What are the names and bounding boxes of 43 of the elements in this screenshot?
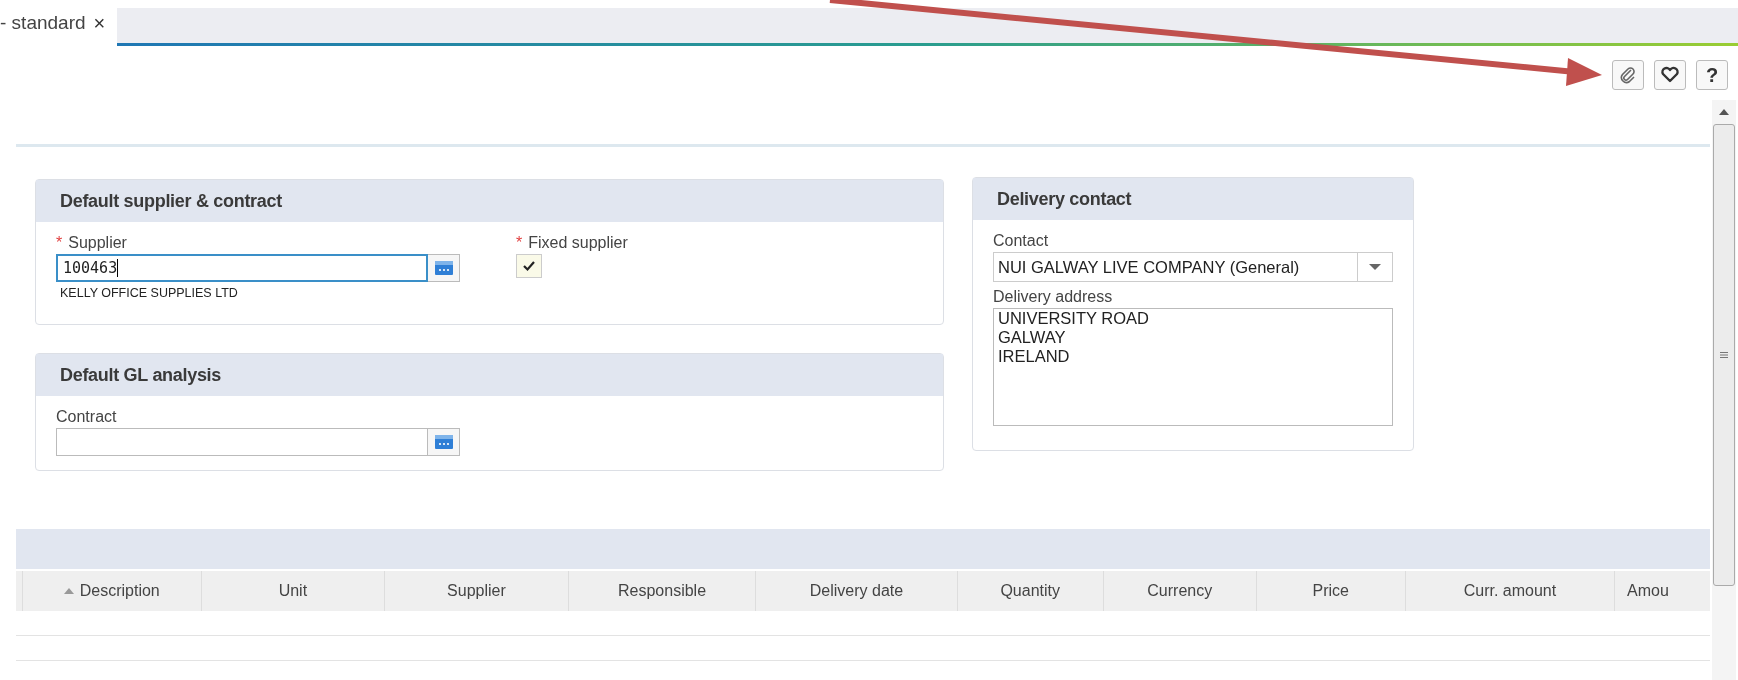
column-header[interactable]: Unit <box>201 571 386 611</box>
close-icon[interactable]: × <box>93 11 106 35</box>
card-title: Default supplier & contract <box>36 180 943 222</box>
grip-icon <box>1720 352 1728 358</box>
field-label: Fixed supplier <box>528 234 628 251</box>
card-title: Delivery contact <box>973 178 1413 220</box>
favorite-button[interactable] <box>1654 60 1686 90</box>
column-header[interactable]: Amou <box>1615 571 1710 611</box>
column-header[interactable]: Price <box>1256 571 1406 611</box>
required-mark: * <box>516 234 523 251</box>
address-field[interactable]: UNIVERSITY ROAD GALWAY IRELAND <box>993 308 1393 426</box>
scroll-thumb[interactable] <box>1713 124 1735 586</box>
checkmark-icon <box>522 260 536 272</box>
column-header[interactable]: Quantity <box>957 571 1104 611</box>
scrollbar[interactable] <box>1712 100 1736 680</box>
field-label: Contract <box>56 408 118 426</box>
field-label: Delivery address <box>993 288 1114 306</box>
ellipsis-icon <box>434 435 453 449</box>
ellipsis-icon <box>434 261 453 275</box>
required-mark: * <box>56 234 63 251</box>
heart-icon <box>1660 66 1680 84</box>
column-header[interactable]: Responsible <box>568 571 757 611</box>
column-header[interactable]: Supplier <box>385 571 569 611</box>
supplier-name: KELLY OFFICE SUPPLIES LTD <box>59 286 239 300</box>
sort-icon <box>63 588 74 594</box>
field-label: Contact <box>993 232 1050 250</box>
field-label: Supplier <box>68 234 127 251</box>
lookup-button[interactable] <box>428 254 460 282</box>
caret-icon <box>1369 263 1381 271</box>
attach-button[interactable] <box>1612 60 1644 90</box>
scroll-up-icon[interactable] <box>1719 109 1729 115</box>
column-header[interactable]: Curr. amount <box>1405 571 1616 611</box>
column-header[interactable]: Currency <box>1103 571 1257 611</box>
paperclip-icon <box>1619 66 1637 84</box>
supplier-field[interactable]: 100463 <box>56 254 428 282</box>
contract-field[interactable] <box>56 428 428 456</box>
card-title: Default GL analysis <box>36 354 943 396</box>
contact-dropdown[interactable]: NUI GALWAY LIVE COMPANY (General) <box>993 252 1393 282</box>
column-header[interactable]: Description <box>22 571 202 611</box>
lookup-button[interactable] <box>428 428 460 456</box>
help-button[interactable]: ? <box>1696 60 1728 90</box>
column-header[interactable]: Delivery date <box>756 571 958 611</box>
checkbox[interactable] <box>516 254 542 278</box>
